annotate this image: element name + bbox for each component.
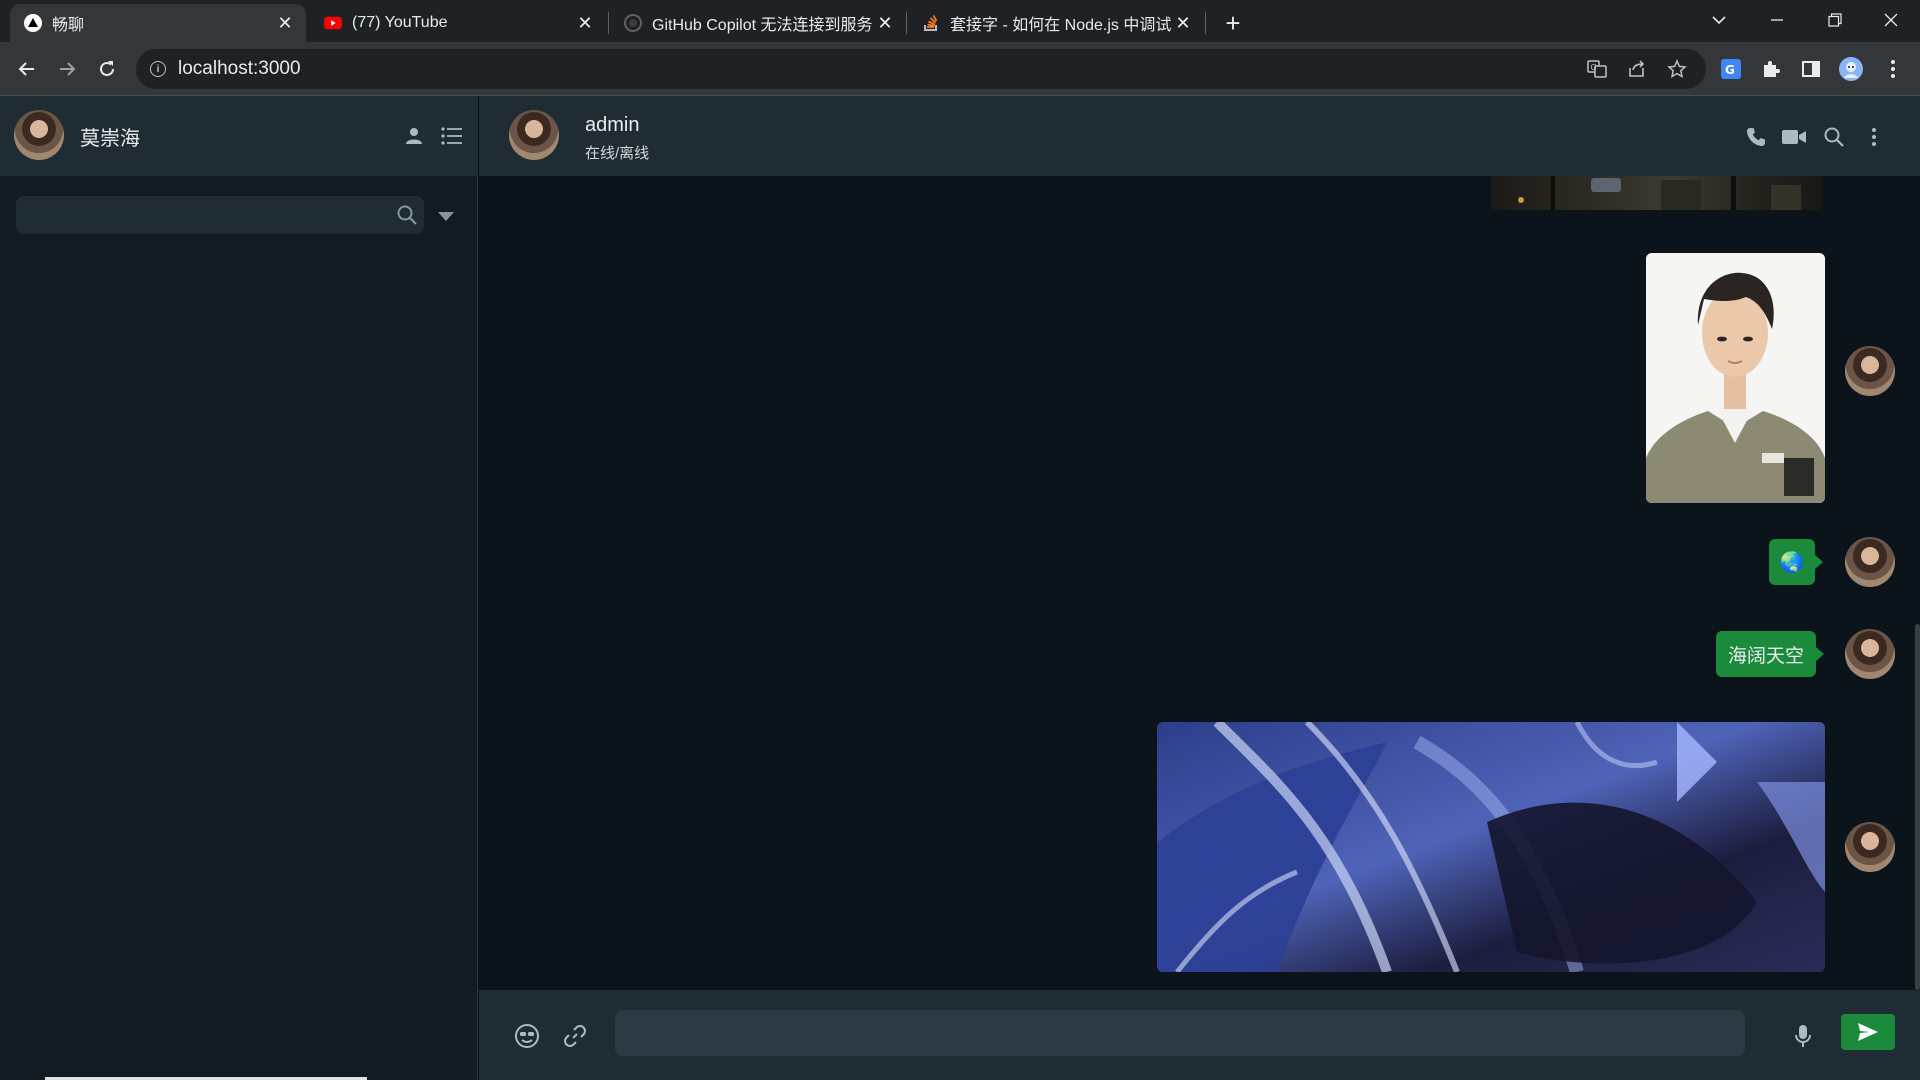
chrome-menu-icon[interactable]	[1880, 56, 1906, 82]
new-tab-button[interactable]: +	[1218, 8, 1248, 38]
close-tab-icon[interactable]: ✕	[874, 12, 896, 34]
message-input[interactable]	[615, 1010, 1745, 1056]
emoji-picker-icon[interactable]	[513, 1022, 541, 1050]
close-tab-icon[interactable]: ✕	[1172, 12, 1194, 34]
list-menu-icon[interactable]	[440, 124, 464, 148]
send-icon	[1858, 1023, 1878, 1041]
address-bar[interactable]: i localhost:3000 G	[136, 49, 1706, 89]
user-name: 莫崇海	[80, 128, 140, 150]
microphone-icon[interactable]	[1789, 1022, 1817, 1050]
tab-title: 套接字 - 如何在 Node.js 中调试	[950, 17, 1172, 34]
tab-stackoverflow[interactable]: 套接字 - 如何在 Node.js 中调试 ✕	[908, 4, 1204, 42]
image-message[interactable]	[1157, 722, 1825, 972]
minimize-icon[interactable]	[1748, 0, 1806, 40]
search-messages-icon[interactable]	[1821, 124, 1847, 150]
tab-changliao[interactable]: 畅聊 ✕	[10, 4, 306, 42]
sender-avatar[interactable]	[1845, 346, 1895, 396]
close-window-icon[interactable]	[1862, 0, 1920, 40]
image-message[interactable]	[1491, 176, 1823, 210]
earth-globe-icon: 🌏	[1779, 551, 1805, 574]
video-call-icon[interactable]	[1781, 124, 1807, 150]
more-options-icon[interactable]	[1861, 124, 1887, 150]
tab-title: (77) YouTube	[352, 14, 448, 31]
image-message[interactable]	[1646, 253, 1825, 503]
close-tab-icon[interactable]: ✕	[574, 12, 596, 34]
attach-link-icon[interactable]	[561, 1022, 589, 1050]
tab-separator	[1205, 12, 1206, 34]
tab-github[interactable]: GitHub Copilot 无法连接到服务 ✕	[610, 4, 906, 42]
user-avatar[interactable]	[14, 110, 64, 160]
message-scrollbar[interactable]	[1915, 624, 1920, 990]
person-icon[interactable]	[402, 124, 426, 148]
tab-youtube[interactable]: (77) YouTube ✕	[310, 4, 606, 42]
close-tab-icon[interactable]: ✕	[274, 12, 296, 34]
google-translate-extension-icon[interactable]: G	[1718, 56, 1744, 82]
forward-button[interactable]	[52, 54, 82, 84]
youtube-icon	[324, 14, 342, 32]
profile-avatar-icon[interactable]	[1838, 56, 1864, 82]
contact-status: 在线/离线	[585, 145, 650, 162]
contact-search	[16, 196, 424, 234]
filter-dropdown-icon[interactable]	[436, 206, 456, 226]
url-text: localhost:3000	[178, 58, 301, 79]
sender-avatar[interactable]	[1845, 629, 1895, 679]
extensions-puzzle-icon[interactable]	[1758, 56, 1784, 82]
chat-panel: admin 在线/离线 🌏 海阔天空	[479, 96, 1920, 1080]
browser-tab-strip: 畅聊 ✕ (77) YouTube ✕ GitHub Copilot 无法连接到…	[0, 0, 1920, 42]
tab-separator	[608, 12, 609, 34]
restore-icon[interactable]	[1806, 0, 1864, 40]
chat-app: 莫崇海 admin 在线/离线 🌏 海阔天空	[0, 96, 1920, 1080]
reload-button[interactable]	[92, 54, 122, 84]
share-icon[interactable]	[1626, 58, 1648, 80]
send-button[interactable]	[1841, 1014, 1895, 1050]
phone-icon[interactable]	[1743, 124, 1769, 150]
vercel-triangle-icon	[24, 14, 42, 32]
tab-title: 畅聊	[52, 17, 85, 34]
sidebar-header: 莫崇海	[0, 96, 478, 176]
tab-title: GitHub Copilot 无法连接到服务	[652, 17, 873, 34]
bookmark-star-icon[interactable]	[1666, 58, 1688, 80]
svg-text:G: G	[1591, 63, 1597, 72]
contact-name: admin	[585, 114, 640, 136]
text-message[interactable]: 海阔天空	[1716, 631, 1824, 677]
side-panel-icon[interactable]	[1798, 56, 1824, 82]
tab-search-chevron-icon[interactable]	[1690, 0, 1748, 40]
back-button[interactable]	[12, 54, 42, 84]
chat-header: admin 在线/离线	[479, 96, 1920, 176]
message-text: 海阔天空	[1727, 645, 1804, 667]
sender-avatar[interactable]	[1845, 537, 1895, 587]
browser-toolbar: i localhost:3000 G G	[0, 42, 1920, 96]
svg-text:G: G	[1725, 63, 1735, 77]
sidebar: 莫崇海	[0, 96, 478, 1080]
search-input[interactable]	[16, 196, 376, 234]
contact-avatar[interactable]	[509, 110, 559, 160]
translate-icon[interactable]: G	[1586, 58, 1608, 80]
search-icon[interactable]	[396, 204, 418, 226]
stackoverflow-icon	[922, 14, 940, 32]
sender-avatar[interactable]	[1845, 822, 1895, 872]
tab-separator	[906, 12, 907, 34]
github-icon	[624, 14, 642, 32]
emoji-message[interactable]: 🌏	[1769, 539, 1823, 585]
message-composer	[479, 990, 1920, 1080]
message-list[interactable]: 🌏 海阔天空	[479, 176, 1920, 990]
site-info-icon[interactable]: i	[150, 61, 166, 77]
